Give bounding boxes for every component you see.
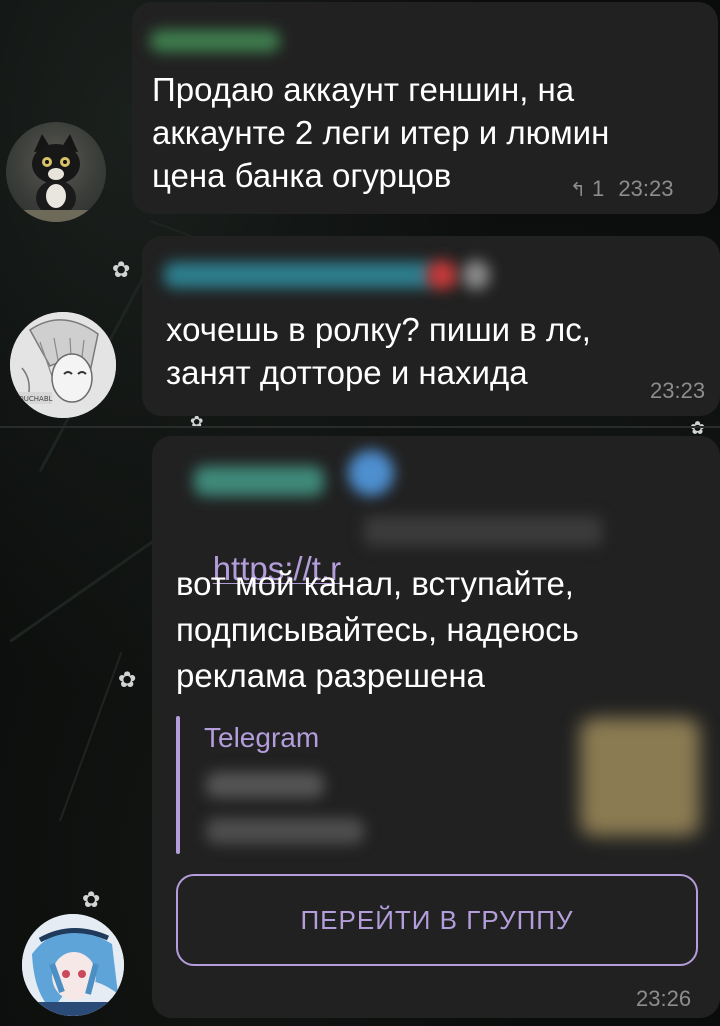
message-text-line: Продаю аккаунт геншин, на bbox=[152, 71, 575, 108]
message-text-line: занят дотторе и нахида bbox=[166, 354, 528, 391]
sender-avatar[interactable] bbox=[6, 122, 106, 222]
divider bbox=[0, 426, 720, 428]
message-time: 23:23 bbox=[650, 378, 706, 403]
sender-badge bbox=[462, 260, 490, 290]
message-text-line: подписывайтесь, надеюсь bbox=[176, 611, 579, 648]
background-branch bbox=[59, 651, 123, 822]
background-branch bbox=[9, 525, 175, 643]
link-preview-site: Telegram bbox=[204, 722, 320, 753]
message-meta: ↰ 1 23:23 bbox=[570, 176, 673, 202]
replies-count[interactable]: 1 bbox=[592, 176, 604, 201]
message-time: 23:26 bbox=[636, 986, 692, 1011]
link-preview-description bbox=[206, 818, 364, 844]
anime-avatar-icon bbox=[22, 914, 124, 1016]
blurred-link-part bbox=[364, 516, 602, 546]
message-text-line: аккаунте 2 леги итер и люмин bbox=[152, 114, 610, 151]
message-text-line: хочешь в ролку? пиши в лс, bbox=[166, 311, 591, 348]
sender-name bbox=[150, 30, 280, 52]
sender-avatar[interactable]: TOUCHABL bbox=[10, 312, 116, 418]
manga-avatar-icon: TOUCHABL bbox=[10, 312, 116, 418]
background-blossom: ✿ bbox=[112, 258, 131, 283]
open-group-button[interactable]: ПЕРЕЙТИ В ГРУППУ bbox=[176, 874, 698, 966]
link-preview-title bbox=[206, 772, 324, 798]
message-bubble[interactable]: https://t.r вот мой канал, вступайте, по… bbox=[152, 436, 720, 1018]
message-bubble[interactable]: хочешь в ролку? пиши в лс, занят дотторе… bbox=[142, 236, 720, 416]
sender-name bbox=[194, 466, 324, 496]
sender-badge bbox=[348, 450, 394, 496]
sender-avatar[interactable] bbox=[22, 914, 124, 1016]
background-blossom: ✿ bbox=[82, 888, 101, 913]
message-bubble[interactable]: Продаю аккаунт геншин, на аккаунте 2 лег… bbox=[132, 2, 718, 214]
sender-badge bbox=[426, 260, 458, 290]
message-time: 23:23 bbox=[618, 176, 674, 201]
link-preview-bar bbox=[176, 716, 180, 854]
message-text-line: цена банка огурцов bbox=[152, 157, 452, 194]
sender-name bbox=[164, 262, 434, 288]
message-text-line: реклама разрешена bbox=[176, 657, 485, 694]
link-preview-thumbnail bbox=[580, 718, 700, 836]
reply-arrow-icon[interactable]: ↰ bbox=[570, 179, 586, 201]
message-text-line: вот мой канал, вступайте, bbox=[176, 565, 574, 602]
cat-avatar-icon bbox=[6, 134, 106, 222]
background-blossom: ✿ bbox=[118, 668, 137, 693]
